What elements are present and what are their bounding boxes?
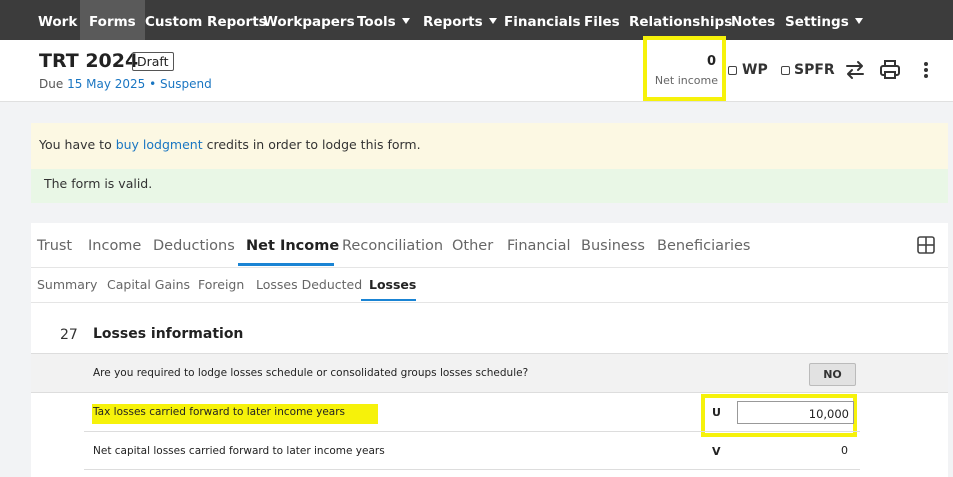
valid-text: The form is valid. [44,176,153,191]
tab-trust[interactable]: Trust [37,238,72,254]
section-number: 27 [60,327,78,343]
grid-view-icon[interactable] [917,236,935,254]
tax-losses-question: Tax losses carried forward to later inco… [93,406,345,418]
spfr-checkbox[interactable] [781,66,790,75]
warning-text-before: You have to [39,137,112,152]
page-title: TRT 2024 [39,50,139,72]
nav-item-tools[interactable]: Tools [357,0,410,40]
tab-deductions[interactable]: Deductions [153,238,235,254]
nav-item-relationships[interactable]: Relationships [629,0,732,40]
net-capital-losses-question: Net capital losses carried forward to la… [93,445,385,457]
active-subtab-indicator [361,299,416,301]
tax-losses-input[interactable] [737,401,854,424]
row-divider [84,431,860,432]
tab-reconciliation[interactable]: Reconciliation [342,238,443,254]
net-income-label: Net income [654,74,718,87]
suspend-link[interactable]: Suspend [160,77,212,91]
tab-income[interactable]: Income [88,238,141,254]
caret-down-icon [854,18,863,24]
nav-item-notes[interactable]: Notes [731,0,775,40]
form-card: Trust Income Deductions Net Income Recon… [31,223,948,477]
swap-arrows-icon[interactable] [843,58,867,82]
subtab-losses-deducted[interactable]: Losses Deducted [256,277,362,292]
nav-item-tools-label: Tools [357,14,396,30]
subtab-losses[interactable]: Losses [369,277,416,292]
nav-item-settings[interactable]: Settings [785,0,863,40]
top-nav: Work Forms Custom Reports Workpapers Too… [0,0,953,40]
nav-item-work[interactable]: Work [38,0,77,40]
tab-other[interactable]: Other [452,238,493,254]
more-vertical-icon[interactable] [914,58,938,82]
print-icon[interactable] [878,58,902,82]
subtab-foreign[interactable]: Foreign [198,277,244,292]
nav-item-reports-label: Reports [423,14,483,30]
status-badge: Draft [132,52,174,71]
active-tab-indicator [238,263,334,266]
nav-item-workpapers[interactable]: Workpapers [263,0,355,40]
subtab-capital-gains[interactable]: Capital Gains [107,277,190,292]
section-title: Losses information [93,326,244,342]
tab-beneficiaries[interactable]: Beneficiaries [657,238,750,254]
nav-item-forms[interactable]: Forms [80,0,145,40]
losses-schedule-no-button[interactable]: NO [809,363,856,386]
losses-schedule-question: Are you required to lodge losses schedul… [93,367,529,379]
form-valid-alert: The form is valid. [31,169,948,203]
tabs-divider [31,267,948,268]
net-income-summary: 0 Net income [643,36,726,101]
warning-text: You have to buy lodgment credits in orde… [39,137,421,152]
due-line: Due 15 May 2025 • Suspend [39,77,212,91]
wp-checkbox[interactable] [728,66,737,75]
net-capital-losses-value: 0 [841,444,848,457]
tab-financial[interactable]: Financial [507,238,571,254]
warning-text-after: credits in order to lodge this form. [206,137,421,152]
buy-lodgment-link[interactable]: buy lodgment [116,137,203,152]
due-prefix: Due [39,77,64,91]
nav-item-files[interactable]: Files [584,0,620,40]
row-divider [84,469,860,470]
tab-net-income[interactable]: Net Income [246,238,339,254]
subtabs-divider [31,302,948,303]
net-capital-losses-code: V [712,445,721,458]
caret-down-icon [401,18,410,24]
wp-label[interactable]: WP [742,62,768,78]
separator-dot: • [149,77,157,91]
nav-item-financials[interactable]: Financials [504,0,581,40]
subtab-summary[interactable]: Summary [37,277,97,292]
net-income-value: 0 [706,54,716,69]
spfr-label[interactable]: SPFR [794,62,835,78]
tab-business[interactable]: Business [581,238,645,254]
caret-down-icon [488,18,497,24]
nav-item-reports[interactable]: Reports [423,0,497,40]
losses-schedule-row: Are you required to lodge losses schedul… [31,353,948,393]
nav-item-settings-label: Settings [785,14,849,30]
nav-item-custom-reports[interactable]: Custom Reports [145,0,267,40]
due-date-link[interactable]: 15 May 2025 [67,77,145,91]
lodgment-warning-alert: You have to buy lodgment credits in orde… [31,123,948,169]
